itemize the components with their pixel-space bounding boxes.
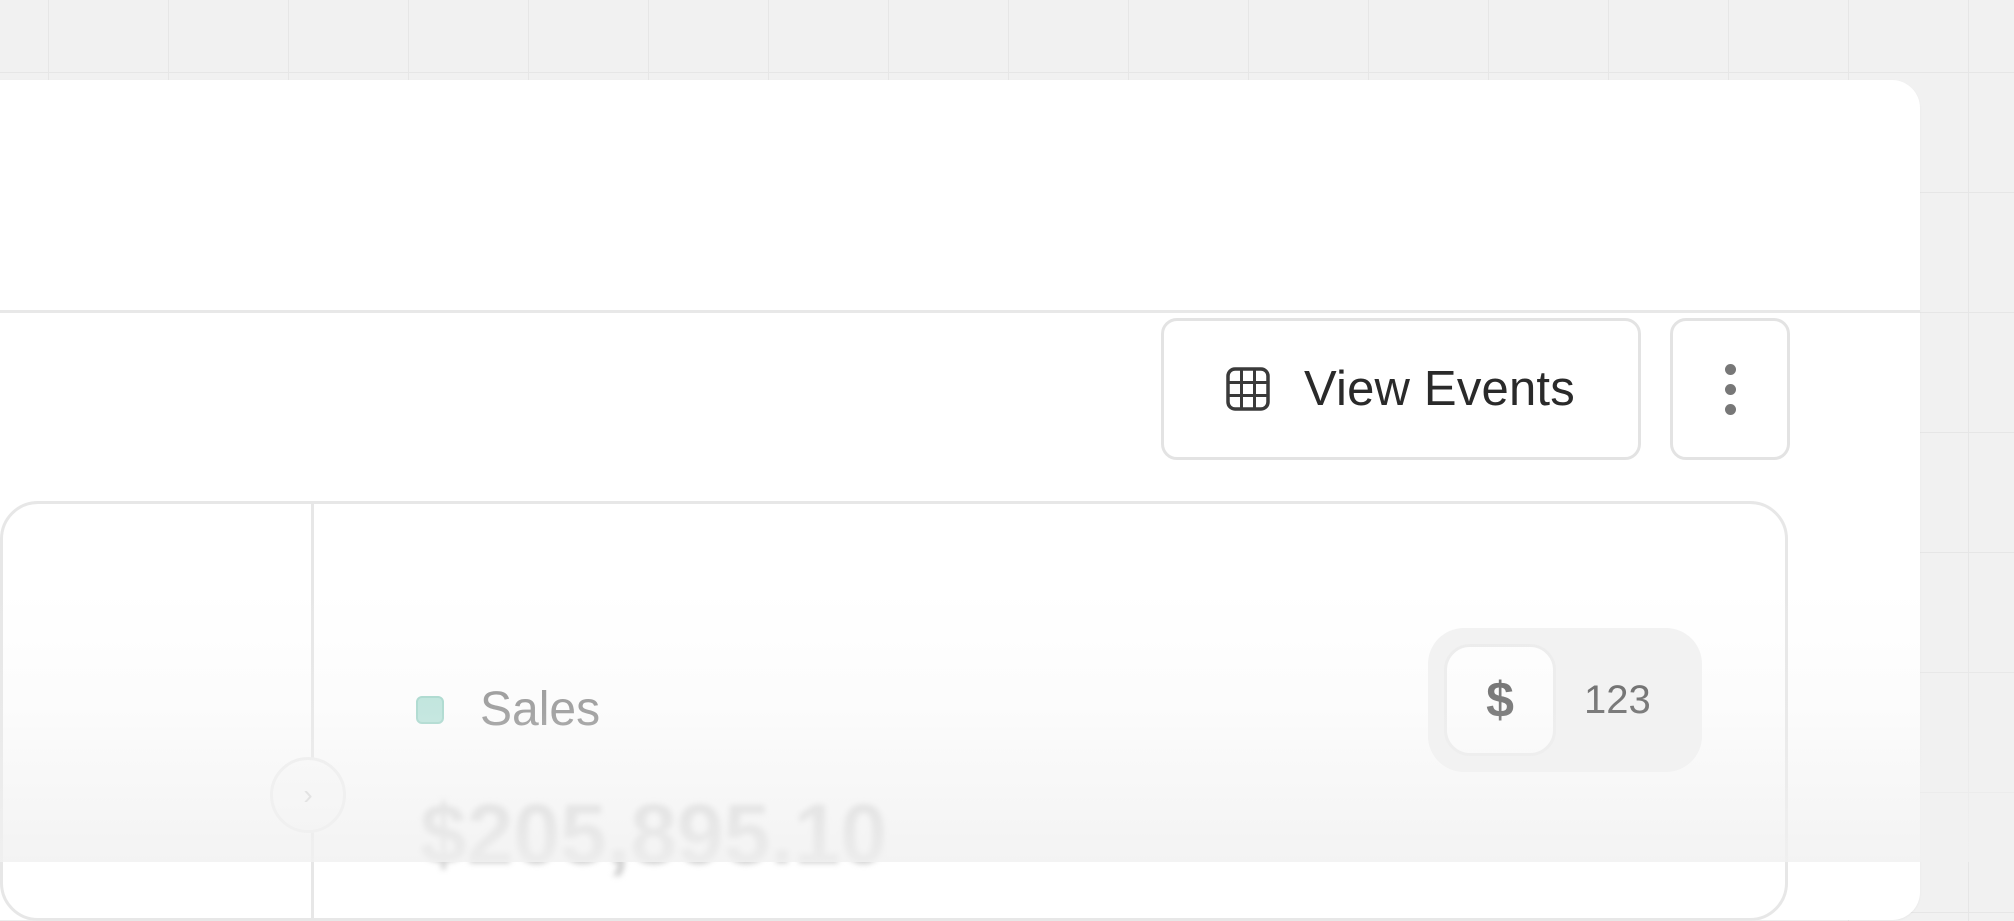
chevron-right-icon[interactable]: › [270, 757, 346, 833]
table-icon [1226, 367, 1270, 411]
more-vertical-icon [1724, 363, 1736, 415]
metric-legend: Sales [416, 682, 600, 737]
more-options-button[interactable] [1670, 318, 1790, 460]
toggle-currency-option[interactable]: $ [1444, 644, 1556, 756]
view-events-label: View Events [1304, 362, 1575, 416]
metric-value: $205,895.10 [420, 787, 888, 881]
header-divider [0, 310, 1920, 313]
toggle-number-option[interactable]: 123 [1584, 644, 1651, 756]
view-events-button[interactable]: View Events [1161, 318, 1641, 460]
legend-swatch [416, 695, 444, 724]
unit-toggle: $ 123 [1428, 628, 1702, 772]
metric-label: Sales [480, 683, 601, 736]
card-column-divider [311, 504, 314, 918]
